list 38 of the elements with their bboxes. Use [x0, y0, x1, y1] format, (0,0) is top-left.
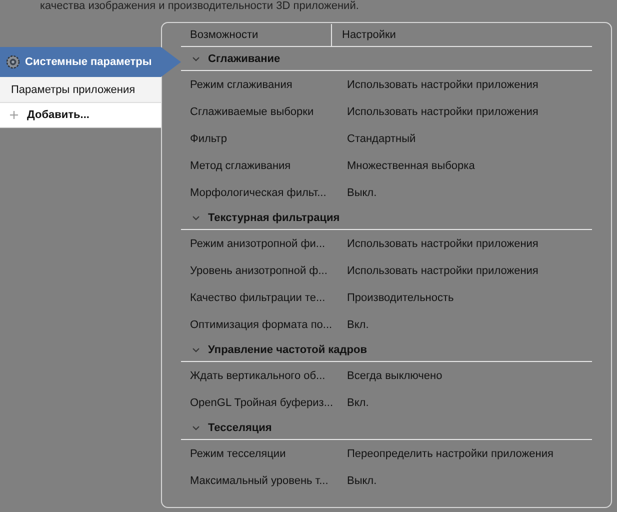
sidebar-item[interactable]: Параметры приложения [0, 77, 161, 103]
feature-cell-text: Качество фильтрации те... [189, 292, 326, 304]
setting-cell[interactable]: Переопределить настройки приложения [347, 448, 554, 460]
gear-icon [6, 55, 20, 69]
feature-cell-text: Уровень анизотропной ф... [189, 264, 328, 276]
setting-cell[interactable]: Выкл. [347, 186, 377, 198]
feature-cell-text: Фильтр [189, 132, 228, 144]
setting-cell[interactable]: Всегда выключено [347, 370, 442, 382]
setting-cell[interactable]: Использовать настройки приложения [347, 106, 538, 118]
section-header[interactable]: Текстурная фильтрация [181, 206, 592, 230]
setting-cell[interactable]: Вкл. [347, 396, 369, 408]
setting-cell[interactable]: Производительность [347, 292, 454, 304]
feature-cell-text: Морфологическая фильт... [189, 186, 328, 198]
feature-cell-text: Ждать вертикального об... [189, 370, 326, 382]
section-header[interactable]: Управление частотой кадров [181, 338, 592, 362]
feature-cell-text: Режим анизотропной фи... [189, 238, 326, 250]
column-header[interactable]: Возможности [181, 24, 332, 46]
setting-cell[interactable]: Стандартный [347, 132, 416, 144]
sidebar-item[interactable]: Системные параметры [0, 47, 181, 77]
feature-cell-text: Сглаживаемые выборки [189, 106, 315, 118]
description-text: качества изображения и производительности 3D приложений. [40, 1, 359, 11]
column-header[interactable]: Настройки [332, 24, 396, 46]
setting-cell[interactable]: Вкл. [347, 318, 369, 330]
setting-cell[interactable]: Множественная выборка [347, 160, 475, 172]
setting-cell[interactable]: Использовать настройки приложения [347, 78, 538, 90]
feature-cell-text: Режим тесселяции [189, 448, 287, 460]
feature-cell-text: Режим сглаживания [189, 78, 294, 90]
plus-icon [10, 111, 18, 119]
setting-cell[interactable]: Выкл. [347, 474, 377, 486]
feature-cell-text: Максимальный уровень т... [189, 474, 330, 486]
section-header[interactable]: Сглаживание [181, 47, 592, 71]
feature-cell-text: OpenGL Тройная буфериз... [189, 396, 334, 408]
feature-cell-text: Метод сглаживания [189, 160, 292, 172]
setting-cell[interactable]: Использовать настройки приложения [347, 238, 538, 250]
section-header[interactable]: Тесселяция [181, 416, 592, 440]
sidebar-item[interactable]: Добавить... [0, 103, 161, 128]
feature-cell-text: Оптимизация формата по... [189, 318, 334, 330]
setting-cell[interactable]: Использовать настройки приложения [347, 264, 538, 276]
